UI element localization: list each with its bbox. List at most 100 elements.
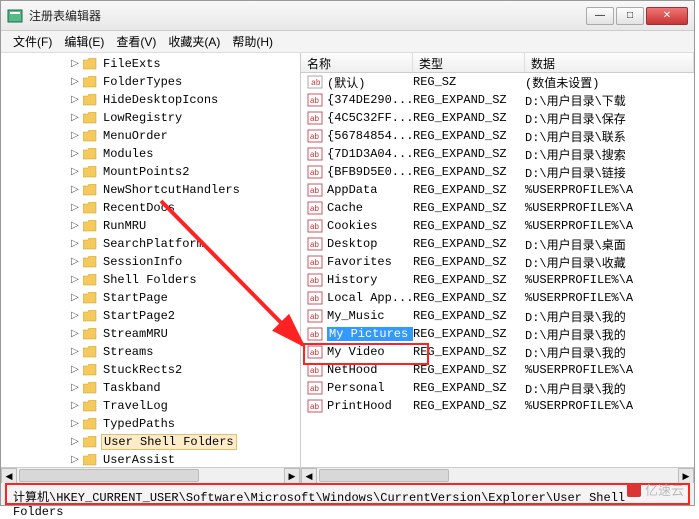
- value-data: D:\用户目录\下载: [525, 92, 694, 109]
- expand-icon[interactable]: ▷: [69, 364, 81, 376]
- expand-icon[interactable]: ▷: [69, 346, 81, 358]
- scroll-left-icon[interactable]: ◀: [301, 468, 317, 483]
- expand-icon[interactable]: ▷: [69, 436, 81, 448]
- titlebar[interactable]: 注册表编辑器 — □ ✕: [1, 1, 694, 31]
- value-row[interactable]: abPrintHoodREG_EXPAND_SZ%USERPROFILE%\A: [301, 397, 694, 415]
- expand-icon[interactable]: ▷: [69, 418, 81, 430]
- expand-icon[interactable]: ▷: [69, 310, 81, 322]
- value-type: REG_EXPAND_SZ: [413, 399, 525, 413]
- tree-body[interactable]: ▷FileExts▷FolderTypes ▷ HideDesktopIcons ▷L…: [1, 53, 300, 467]
- tree-item[interactable]: ▷Taskband: [1, 379, 300, 397]
- expand-icon[interactable]: ▷: [69, 58, 81, 70]
- expand-icon[interactable]: ▷: [69, 94, 81, 106]
- expand-icon[interactable]: ▷: [69, 112, 81, 124]
- close-button[interactable]: ✕: [646, 7, 688, 25]
- col-type[interactable]: 类型: [413, 53, 525, 72]
- menu-favorites[interactable]: 收藏夹(A): [162, 33, 226, 50]
- scroll-left-icon[interactable]: ◀: [1, 468, 17, 483]
- tree-item[interactable]: ▷SessionInfo: [1, 253, 300, 271]
- expand-icon[interactable]: ▷: [69, 454, 81, 466]
- expand-icon[interactable]: ▷: [69, 220, 81, 232]
- value-row[interactable]: ab{374DE290...REG_EXPAND_SZD:\用户目录\下载: [301, 91, 694, 109]
- col-name[interactable]: 名称: [301, 53, 413, 72]
- values-body[interactable]: ab(默认)REG_SZ(数值未设置)ab{374DE290...REG_EXP…: [301, 73, 694, 467]
- menu-view[interactable]: 查看(V): [110, 33, 162, 50]
- scroll-thumb[interactable]: [19, 469, 199, 482]
- tree-item[interactable]: ▷Shell Folders: [1, 271, 300, 289]
- expand-icon[interactable]: ▷: [69, 292, 81, 304]
- tree-label: HideDesktopIcons: [101, 93, 220, 107]
- tree-item[interactable]: ▷ Modules: [1, 145, 300, 163]
- expand-icon[interactable]: ▷: [69, 202, 81, 214]
- expand-icon[interactable]: ▷: [69, 130, 81, 142]
- value-row[interactable]: ab{4C5C32FF...REG_EXPAND_SZD:\用户目录\保存: [301, 109, 694, 127]
- value-row[interactable]: abLocal App...REG_EXPAND_SZ%USERPROFILE%…: [301, 289, 694, 307]
- tree-item[interactable]: ▷MenuOrder: [1, 127, 300, 145]
- tree-item[interactable]: ▷RunMRU: [1, 217, 300, 235]
- value-data: %USERPROFILE%\A: [525, 399, 694, 413]
- expand-icon[interactable]: ▷: [69, 166, 81, 178]
- tree-item[interactable]: ▷LowRegistry: [1, 109, 300, 127]
- tree-label: User Shell Folders: [101, 434, 237, 450]
- tree-item[interactable]: ▷TravelLog: [1, 397, 300, 415]
- svg-text:ab: ab: [310, 384, 319, 393]
- tree-item[interactable]: ▷TypedPaths: [1, 415, 300, 433]
- value-row[interactable]: abMy PicturesREG_EXPAND_SZD:\用户目录\我的: [301, 325, 694, 343]
- tree-item[interactable]: ▷ HideDesktopIcons: [1, 91, 300, 109]
- expand-icon[interactable]: ▷: [69, 400, 81, 412]
- value-row[interactable]: abMy VideoREG_EXPAND_SZD:\用户目录\我的: [301, 343, 694, 361]
- tree-item[interactable]: ▷ UserAssist: [1, 451, 300, 467]
- expand-icon[interactable]: ▷: [69, 184, 81, 196]
- value-row[interactable]: abDesktopREG_EXPAND_SZD:\用户目录\桌面: [301, 235, 694, 253]
- menu-edit[interactable]: 编辑(E): [58, 33, 110, 50]
- value-row[interactable]: ab{7D1D3A04...REG_EXPAND_SZD:\用户目录\搜索: [301, 145, 694, 163]
- scroll-right-icon[interactable]: ▶: [284, 468, 300, 483]
- value-row[interactable]: ab(默认)REG_SZ(数值未设置): [301, 73, 694, 91]
- expand-icon[interactable]: ▷: [69, 274, 81, 286]
- value-name: {7D1D3A04...: [327, 147, 413, 161]
- expand-icon[interactable]: ▷: [69, 256, 81, 268]
- tree-label: Modules: [101, 147, 155, 161]
- maximize-button[interactable]: □: [616, 7, 644, 25]
- scroll-thumb[interactable]: [319, 469, 449, 482]
- tree-item[interactable]: ▷FolderTypes: [1, 73, 300, 91]
- tree-item[interactable]: ▷Streams: [1, 343, 300, 361]
- value-name: Personal: [327, 381, 413, 395]
- tree-item[interactable]: ▷RecentDocs: [1, 199, 300, 217]
- value-row[interactable]: abMy_MusicREG_EXPAND_SZD:\用户目录\我的: [301, 307, 694, 325]
- value-data: D:\用户目录\我的: [525, 344, 694, 361]
- value-name: Cache: [327, 201, 413, 215]
- value-name: {374DE290...: [327, 93, 413, 107]
- value-row[interactable]: abPersonalREG_EXPAND_SZD:\用户目录\我的: [301, 379, 694, 397]
- value-row[interactable]: ab{BFB9D5E0...REG_EXPAND_SZD:\用户目录\链接: [301, 163, 694, 181]
- menu-file[interactable]: 文件(F): [7, 33, 58, 50]
- tree-item[interactable]: ▷StreamMRU: [1, 325, 300, 343]
- svg-text:ab: ab: [310, 402, 319, 411]
- tree-item[interactable]: ▷MountPoints2: [1, 163, 300, 181]
- value-row[interactable]: abFavoritesREG_EXPAND_SZD:\用户目录\收藏: [301, 253, 694, 271]
- tree-item[interactable]: ▷StartPage2: [1, 307, 300, 325]
- tree-item[interactable]: ▷ User Shell Folders: [1, 433, 300, 451]
- tree-item[interactable]: ▷NewShortcutHandlers: [1, 181, 300, 199]
- svg-text:ab: ab: [310, 168, 319, 177]
- expand-icon[interactable]: ▷: [69, 328, 81, 340]
- value-row[interactable]: abCookiesREG_EXPAND_SZ%USERPROFILE%\A: [301, 217, 694, 235]
- tree-hscroll[interactable]: ◀ ▶: [1, 467, 300, 483]
- value-row[interactable]: abCacheREG_EXPAND_SZ%USERPROFILE%\A: [301, 199, 694, 217]
- expand-icon[interactable]: ▷: [69, 382, 81, 394]
- value-row[interactable]: abHistoryREG_EXPAND_SZ%USERPROFILE%\A: [301, 271, 694, 289]
- expand-icon[interactable]: ▷: [69, 238, 81, 250]
- tree-item[interactable]: ▷FileExts: [1, 55, 300, 73]
- menu-help[interactable]: 帮助(H): [226, 33, 279, 50]
- expand-icon[interactable]: ▷: [69, 148, 81, 160]
- expand-icon[interactable]: ▷: [69, 76, 81, 88]
- value-row[interactable]: abNetHoodREG_EXPAND_SZ%USERPROFILE%\A: [301, 361, 694, 379]
- minimize-button[interactable]: —: [586, 7, 614, 25]
- tree-label: UserAssist: [101, 453, 177, 467]
- value-row[interactable]: ab{56784854...REG_EXPAND_SZD:\用户目录\联系: [301, 127, 694, 145]
- value-row[interactable]: abAppDataREG_EXPAND_SZ%USERPROFILE%\A: [301, 181, 694, 199]
- tree-item[interactable]: ▷StartPage: [1, 289, 300, 307]
- col-data[interactable]: 数据: [525, 53, 694, 72]
- tree-item[interactable]: ▷SearchPlatform: [1, 235, 300, 253]
- tree-item[interactable]: ▷StuckRects2: [1, 361, 300, 379]
